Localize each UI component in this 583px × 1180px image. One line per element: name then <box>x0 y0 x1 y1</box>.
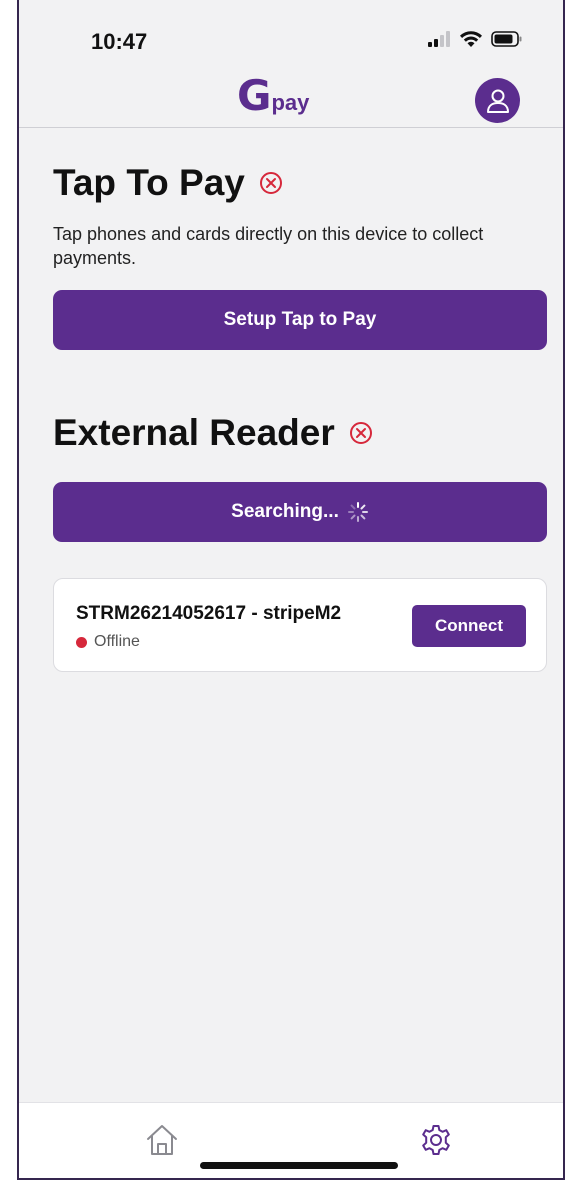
phone-screen: 10:47 G pay Tap To Pay Tap phones and ca… <box>17 0 565 1180</box>
app-header: G pay <box>19 70 563 128</box>
battery-icon <box>491 31 522 47</box>
connect-label: Connect <box>435 616 503 635</box>
setup-tap-to-pay-label: Setup Tap to Pay <box>223 309 377 330</box>
gpay-logo: G pay <box>237 74 309 118</box>
offline-status-dot-icon <box>76 636 87 648</box>
home-indicator <box>200 1162 398 1169</box>
error-circle-x-icon <box>259 172 282 194</box>
home-icon <box>147 1125 177 1155</box>
external-reader-title: External Reader <box>53 412 335 453</box>
reader-status: Offline <box>76 633 140 651</box>
tab-home[interactable] <box>145 1123 179 1162</box>
reader-card: STRM26214052617 - stripeM2 Offline Conne… <box>53 578 547 672</box>
reader-status-label: Offline <box>94 633 140 650</box>
external-reader-section: External Reader <box>53 412 373 454</box>
tap-to-pay-title: Tap To Pay <box>53 162 245 203</box>
logo-mark: G <box>237 71 272 120</box>
gear-icon <box>422 1125 450 1155</box>
tab-settings[interactable] <box>419 1123 453 1162</box>
error-circle-x-icon <box>349 422 372 444</box>
logo-text: pay <box>271 90 310 115</box>
searching-readers-button[interactable]: Searching... <box>53 482 547 542</box>
status-icons <box>427 30 523 48</box>
cellular-signal-icon <box>428 31 450 47</box>
setup-tap-to-pay-button[interactable]: Setup Tap to Pay <box>53 290 547 350</box>
reader-name: STRM26214052617 - stripeM2 <box>76 603 342 624</box>
status-bar: 10:47 <box>19 0 563 70</box>
status-time: 10:47 <box>91 29 148 54</box>
tap-to-pay-section: Tap To Pay <box>53 162 283 204</box>
wifi-icon <box>460 31 482 47</box>
connect-button[interactable]: Connect <box>412 605 526 647</box>
loading-spinner-icon <box>347 502 368 522</box>
tap-to-pay-description: Tap phones and cards directly on this de… <box>53 224 484 268</box>
person-icon <box>486 89 509 113</box>
searching-label: Searching... <box>231 501 339 522</box>
profile-button[interactable] <box>475 78 520 123</box>
